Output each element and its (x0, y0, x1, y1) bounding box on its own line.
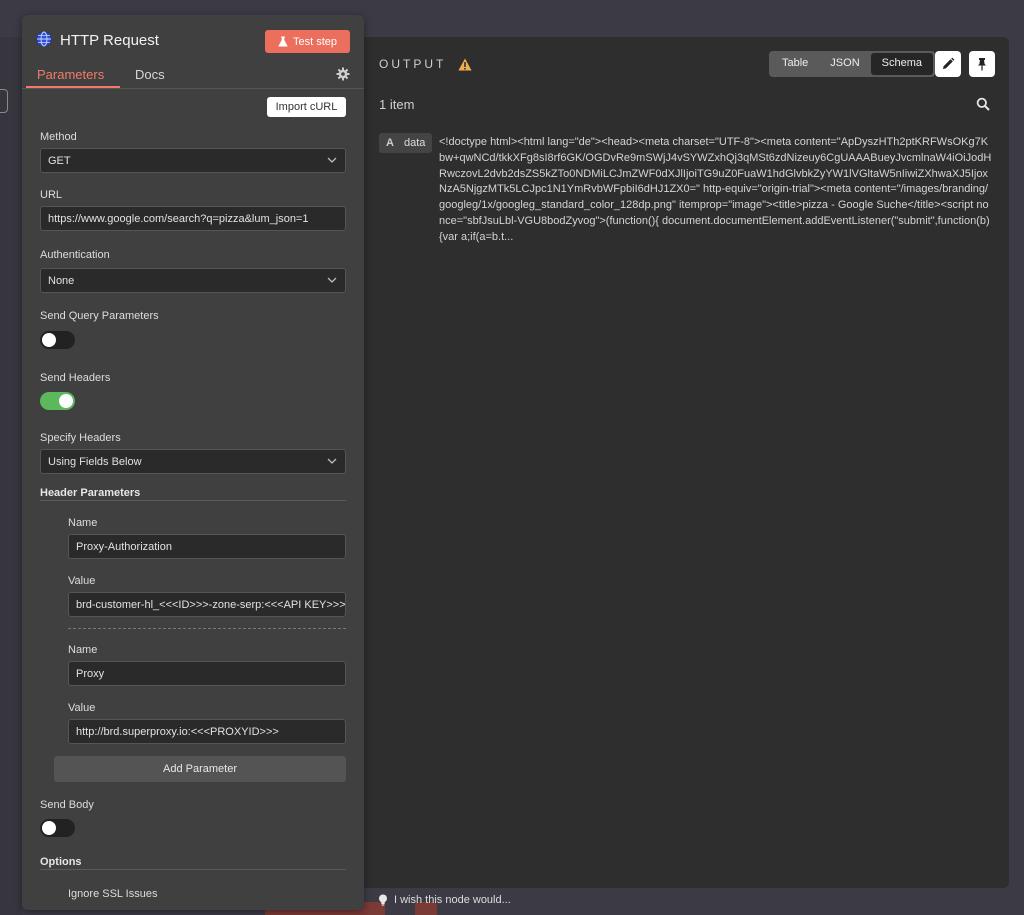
url-label: URL (40, 189, 63, 201)
schema-field-value: <!doctype html><html lang="de"><head><me… (439, 136, 992, 243)
edit-output-button[interactable] (935, 51, 961, 77)
section-divider (40, 500, 346, 501)
header-name-input[interactable]: Proxy-Authorization (68, 534, 346, 559)
header-name-input[interactable]: Proxy (68, 661, 346, 686)
chevron-down-icon (327, 458, 337, 464)
send-body-toggle[interactable] (40, 819, 75, 837)
gear-icon[interactable] (336, 67, 350, 81)
warning-icon[interactable] (458, 58, 472, 71)
chevron-down-icon (327, 277, 337, 283)
globe-icon (36, 31, 52, 47)
test-step-button[interactable]: Test step (265, 30, 350, 53)
chevron-down-icon (327, 157, 337, 163)
item-count: 1 item (379, 97, 415, 112)
output-title-text: OUTPUT (379, 57, 447, 71)
tabs-divider (22, 88, 364, 89)
output-title: OUTPUT (379, 57, 472, 71)
add-parameter-button[interactable]: Add Parameter (54, 756, 346, 782)
toggle-knob (59, 394, 73, 408)
section-divider (40, 869, 346, 870)
view-json-button[interactable]: JSON (819, 53, 870, 75)
send-headers-label: Send Headers (40, 372, 111, 384)
method-label: Method (40, 131, 77, 143)
schema-field-key[interactable]: A data (379, 133, 433, 153)
specify-headers-value: Using Fields Below (48, 456, 142, 468)
specify-headers-select[interactable]: Using Fields Below (40, 449, 346, 474)
specify-headers-label: Specify Headers (40, 432, 121, 444)
header-parameters-label: Header Parameters (40, 487, 141, 499)
search-icon[interactable] (976, 97, 990, 111)
tab-docs[interactable]: Docs (135, 67, 165, 82)
header-value-input[interactable]: brd-customer-hl_<<<ID>>>-zone-serp:<<<AP… (68, 592, 346, 617)
toggle-knob (42, 821, 56, 835)
pencil-icon (943, 57, 955, 69)
options-label: Options (40, 856, 82, 868)
send-body-label: Send Body (40, 799, 94, 811)
method-value: GET (48, 155, 71, 167)
canvas-left-control (0, 89, 8, 113)
pin-icon (978, 58, 986, 71)
test-step-label: Test step (292, 35, 338, 48)
pin-output-button[interactable] (969, 51, 995, 77)
view-table-button[interactable]: Table (771, 53, 819, 75)
authentication-select[interactable]: None (40, 268, 346, 293)
output-panel: OUTPUT Table JSON Schema 1 item A data <… (364, 37, 1009, 888)
import-curl-button[interactable]: Import cURL (267, 97, 346, 117)
flask-icon (278, 36, 288, 47)
feedback-hint[interactable]: I wish this node would... (378, 894, 511, 906)
feedback-hint-text: I wish this node would... (394, 894, 511, 906)
tab-parameters[interactable]: Parameters (37, 67, 104, 82)
authentication-label: Authentication (40, 249, 110, 261)
lightbulb-icon (379, 894, 387, 906)
send-headers-toggle[interactable] (40, 392, 75, 410)
toggle-knob (42, 333, 56, 347)
header-value-input[interactable]: http://brd.superproxy.io:<<<PROXYID>>> (68, 719, 346, 744)
url-input[interactable]: https://www.google.com/search?q=pizza&lu… (40, 206, 346, 231)
ignore-ssl-label: Ignore SSL Issues (68, 888, 158, 900)
header-item-separator (68, 628, 346, 629)
authentication-value: None (48, 275, 75, 287)
header-value-label: Value (68, 575, 96, 587)
method-select[interactable]: GET (40, 148, 346, 173)
header-value-label: Value (68, 702, 96, 714)
string-type-icon: A (386, 137, 394, 149)
view-schema-button[interactable]: Schema (870, 53, 933, 75)
send-query-toggle[interactable] (40, 331, 75, 349)
canvas-left-area (0, 37, 22, 915)
header-name-label: Name (68, 517, 98, 529)
node-title[interactable]: HTTP Request (60, 32, 159, 49)
send-query-label: Send Query Parameters (40, 310, 159, 322)
schema-field-name: data (403, 137, 426, 149)
view-toggle: Table JSON Schema (769, 51, 935, 77)
header-name-label: Name (68, 644, 98, 656)
node-parameters-panel: HTTP Request Test step Parameters Docs I… (22, 15, 364, 910)
